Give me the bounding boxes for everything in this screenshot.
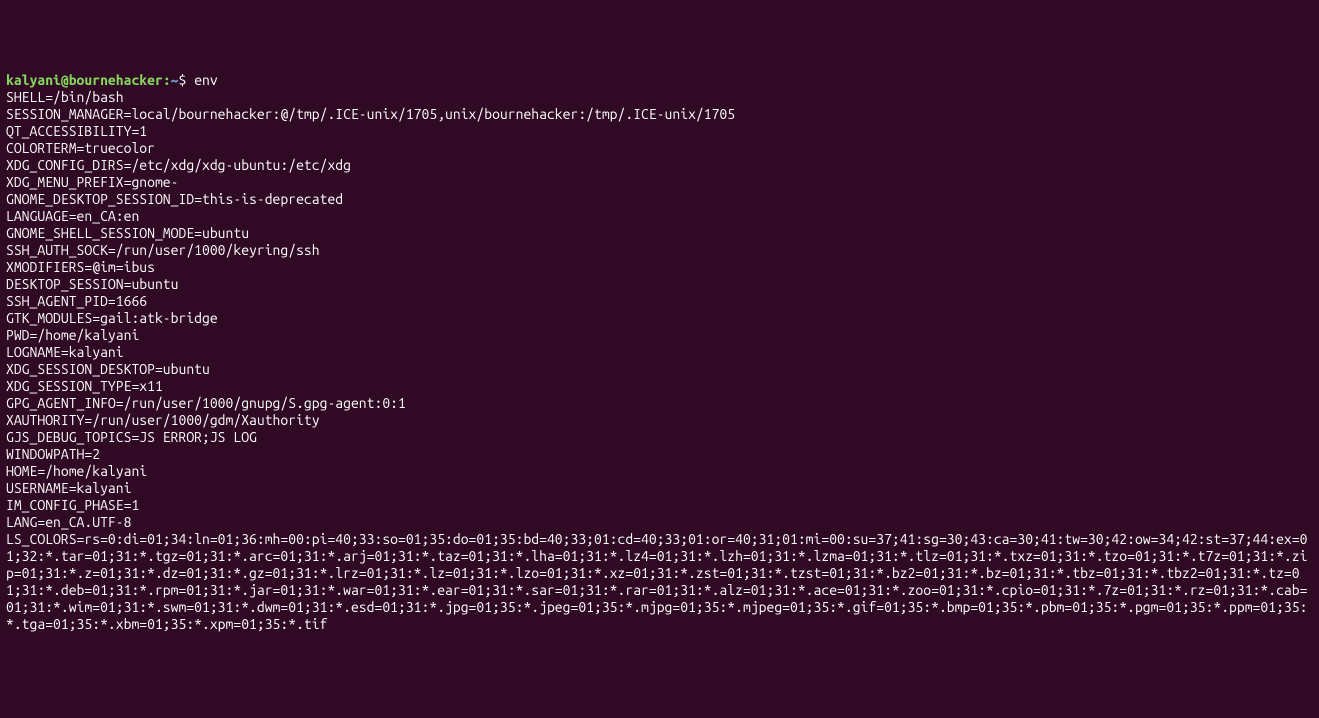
- terminal[interactable]: kalyani@bournehacker:~$ env SHELL=/bin/b…: [6, 72, 1313, 633]
- env-output-line: XAUTHORITY=/run/user/1000/gdm/Xauthority: [6, 412, 320, 428]
- env-output-line: DESKTOP_SESSION=ubuntu: [6, 276, 178, 292]
- env-output-line: LANG=en_CA.UTF-8: [6, 514, 131, 530]
- env-output-line: GNOME_SHELL_SESSION_MODE=ubuntu: [6, 225, 249, 241]
- command-input: env: [194, 72, 218, 88]
- env-output-line: HOME=/home/kalyani: [6, 463, 147, 479]
- env-output-line: GPG_AGENT_INFO=/run/user/1000/gnupg/S.gp…: [6, 395, 406, 411]
- env-output-line: XDG_CONFIG_DIRS=/etc/xdg/xdg-ubuntu:/etc…: [6, 157, 351, 173]
- prompt-colon: :: [163, 72, 171, 88]
- env-output-line: GNOME_DESKTOP_SESSION_ID=this-is-depreca…: [6, 191, 343, 207]
- prompt-path: ~: [171, 72, 179, 88]
- env-output-line: LOGNAME=kalyani: [6, 344, 124, 360]
- env-output-line: LANGUAGE=en_CA:en: [6, 208, 139, 224]
- env-output-line: IM_CONFIG_PHASE=1: [6, 497, 139, 513]
- env-output-line: SESSION_MANAGER=local/bournehacker:@/tmp…: [6, 106, 735, 122]
- env-output-line: WINDOWPATH=2: [6, 446, 100, 462]
- env-output-line: QT_ACCESSIBILITY=1: [6, 123, 147, 139]
- env-output-line: USERNAME=kalyani: [6, 480, 131, 496]
- env-output-line: XDG_SESSION_TYPE=x11: [6, 378, 163, 394]
- env-output-line: SSH_AGENT_PID=1666: [6, 293, 147, 309]
- prompt-dollar: $: [179, 72, 195, 88]
- prompt-user-host: kalyani@bournehacker: [6, 72, 163, 88]
- env-output-line: SSH_AUTH_SOCK=/run/user/1000/keyring/ssh: [6, 242, 320, 258]
- env-output-line: LS_COLORS=rs=0:di=01;34:ln=01;36:mh=00:p…: [6, 531, 1307, 632]
- env-output-line: GTK_MODULES=gail:atk-bridge: [6, 310, 218, 326]
- env-output-line: XDG_SESSION_DESKTOP=ubuntu: [6, 361, 210, 377]
- env-output-line: SHELL=/bin/bash: [6, 89, 124, 105]
- env-output-line: PWD=/home/kalyani: [6, 327, 139, 343]
- env-output-line: GJS_DEBUG_TOPICS=JS ERROR;JS LOG: [6, 429, 257, 445]
- env-output-line: XMODIFIERS=@im=ibus: [6, 259, 155, 275]
- env-output-line: XDG_MENU_PREFIX=gnome-: [6, 174, 178, 190]
- env-output-line: COLORTERM=truecolor: [6, 140, 155, 156]
